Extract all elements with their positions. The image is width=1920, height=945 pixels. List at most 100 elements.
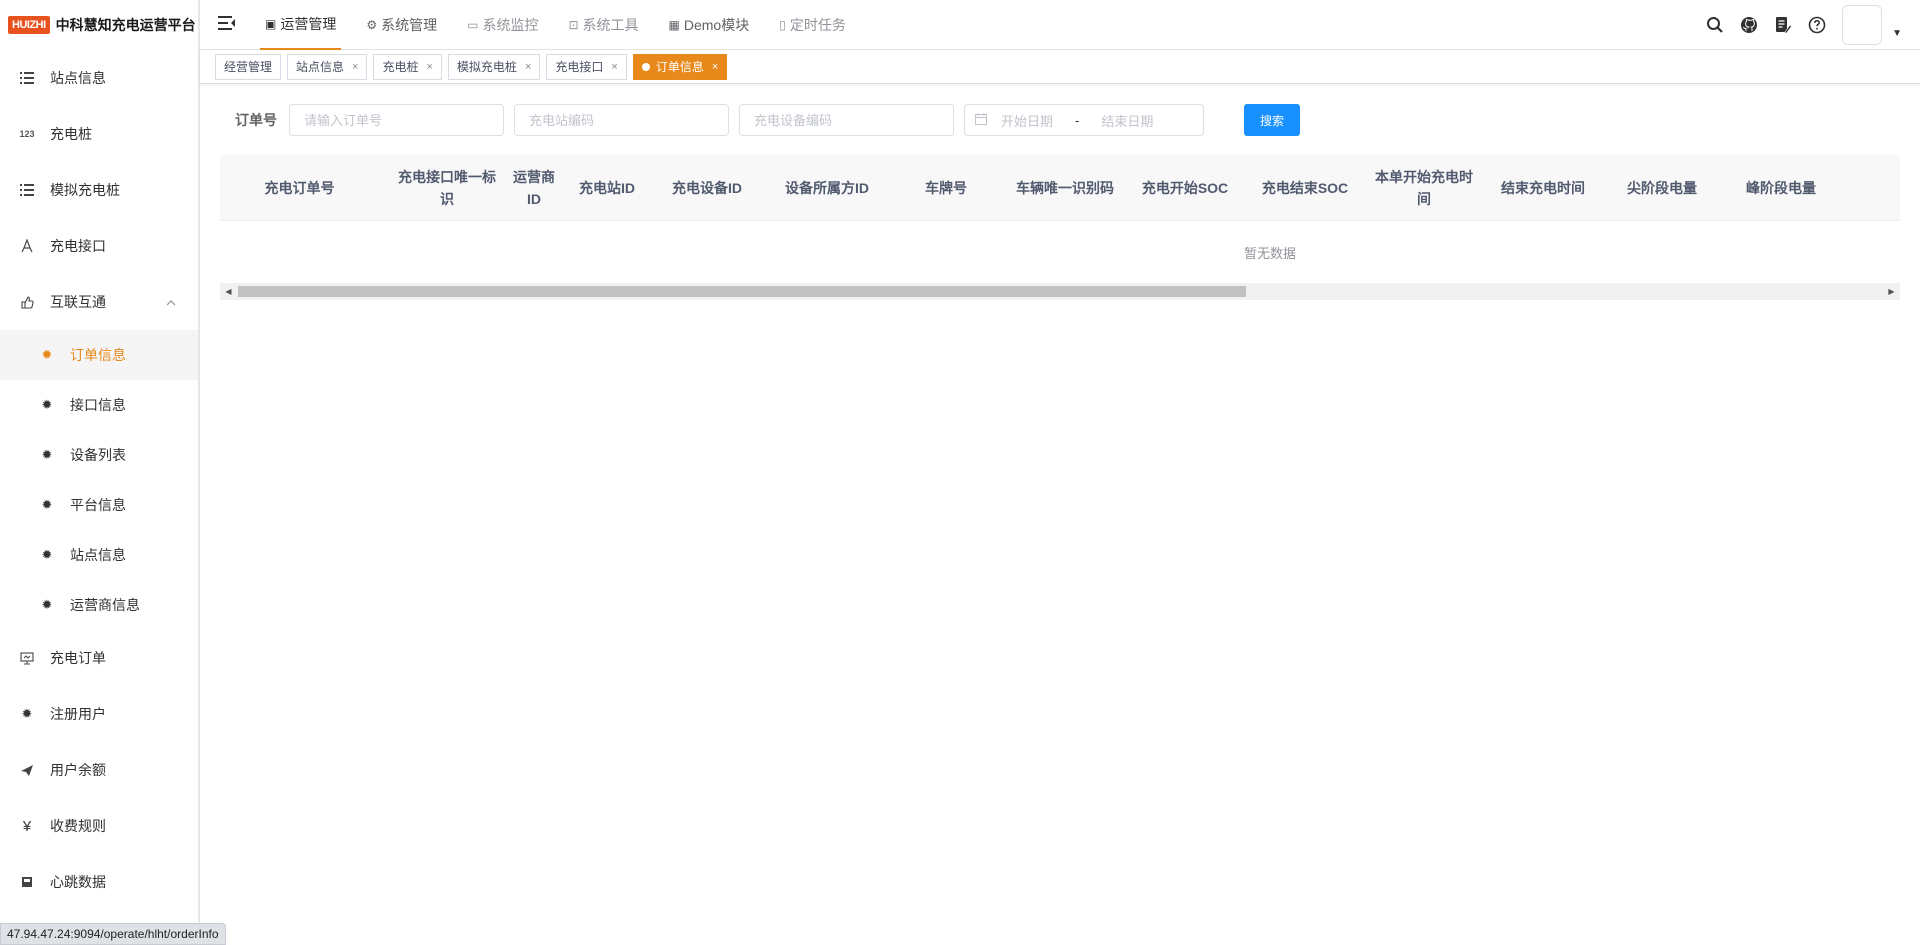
sidebar-item-label: 站点信息 [50,70,106,86]
sidebar-subitem-interface-info[interactable]: ✹ 接口信息 [0,380,198,430]
gear-icon: ⚙ [366,18,378,32]
tag-station-info[interactable]: 站点信息 × [287,53,368,80]
sidebar-item-fee-rules[interactable]: ¥ 收费规则 [0,798,198,854]
yen-icon: ¥ [22,817,32,835]
tags-view: 经营管理 站点信息 × 充电桩 × 模拟充电桩 × 充电接口 × 订单信息 × [200,50,1920,84]
top-header: ▣ 运营管理 ⚙ 系统管理 ▭ 系统监控 ⊡ 系统工具 ▦ Demo模块 ▯ 定… [200,0,1920,50]
column-header[interactable]: 充电订单号 [220,177,345,199]
order-table: 充电订单号 充电接口唯一标识 运营商ID 充电站ID 充电设备ID 设备所属方I… [220,155,1900,300]
search-icon[interactable] [1704,14,1726,36]
tag-label: 站点信息 [296,59,345,74]
column-header[interactable]: 峰阶段电量 [1717,177,1845,199]
sidebar-subitem-operator-info[interactable]: ✹ 运营商信息 [0,580,198,630]
scrollbar-thumb[interactable] [238,286,1246,297]
help-icon[interactable] [1806,14,1828,36]
topnav-tools[interactable]: ⊡ 系统工具 [563,0,643,50]
column-header[interactable]: 充电接口唯一标识 [345,166,505,210]
avatar[interactable] [1842,5,1883,45]
sidebar-item-charging-pile[interactable]: 123 充电桩 [0,106,198,162]
topnav-label: 系统管理 [381,17,438,33]
number-icon: 123 [19,129,35,139]
topnav-demo[interactable]: ▦ Demo模块 [664,0,755,50]
column-header[interactable]: 车牌号 [891,177,1001,199]
sidebar-item-label: 心跳数据 [50,874,106,890]
sidebar-subitem-device-list[interactable]: ✹ 设备列表 [0,430,198,480]
sidebar-item-heartbeat[interactable]: 心跳数据 [0,854,198,910]
caret-down-icon[interactable]: ▼ [1892,28,1902,39]
github-icon[interactable] [1738,14,1760,36]
horizontal-scrollbar[interactable]: ◀ ▶ [220,283,1900,300]
sidebar-item-label: 充电桩 [50,126,92,142]
column-header[interactable]: 本单开始充电时间 [1369,166,1479,210]
start-date-input[interactable]: 开始日期 [1001,111,1053,130]
column-header[interactable]: 尖阶段电量 [1607,177,1717,199]
tag-simulated-pile[interactable]: 模拟充电桩 × [447,53,541,80]
close-icon[interactable]: × [352,55,358,79]
sidebar-subitem-station-info[interactable]: ✹ 站点信息 [0,530,198,580]
sidebar-item-charging-order[interactable]: 充电订单 [0,630,198,686]
column-header[interactable]: 充电开始SOC [1129,177,1241,199]
tag-charging-pile[interactable]: 充电桩 × [373,53,442,80]
column-header[interactable]: 充电结束SOC [1241,177,1369,199]
date-range-picker[interactable]: 开始日期 - 结束日期 [964,104,1204,136]
order-number-label: 订单号 [235,112,277,128]
sidebar-item-charging-port[interactable]: 充电接口 [0,218,198,274]
plug-icon [20,239,34,253]
send-icon [20,763,34,777]
close-icon[interactable]: × [611,55,617,79]
scroll-left-icon[interactable]: ◀ [220,283,237,300]
sidebar-item-label: 平台信息 [70,497,126,513]
search-button[interactable]: 搜索 [1244,104,1301,136]
sidebar-item-station-info[interactable]: 站点信息 [0,50,198,106]
sidebar: HUIZHI 中科慧知充电运营平台 站点信息 123 充电桩 模拟充电桩 充电接… [0,0,200,945]
bug-icon: ✹ [41,447,53,462]
sidebar-item-label: 设备列表 [70,447,126,463]
document-edit-icon[interactable] [1772,14,1794,36]
table-header: 充电订单号 充电接口唯一标识 运营商ID 充电站ID 充电设备ID 设备所属方I… [220,155,1900,221]
menu-toggle-icon[interactable] [218,15,236,33]
sidebar-subitem-order-info[interactable]: ✹ 订单信息 [0,330,198,380]
topnav-system[interactable]: ⚙ 系统管理 [361,0,442,50]
topnav-operations[interactable]: ▣ 运营管理 [260,0,342,50]
close-icon[interactable]: × [525,55,531,79]
scroll-right-icon[interactable]: ▶ [1883,283,1900,300]
hand-icon [20,295,34,309]
end-date-input[interactable]: 结束日期 [1101,111,1153,130]
topnav-label: 运营管理 [280,16,337,32]
close-icon[interactable]: × [426,55,432,79]
bug-icon: ✹ [21,706,33,721]
date-separator: - [1075,112,1080,128]
logo[interactable]: HUIZHI 中科慧知充电运营平台 [0,0,198,50]
tag-charging-port[interactable]: 充电接口 × [546,53,627,80]
search-form: 订单号 开始日期 - 结束日期 搜索 [235,104,1301,136]
topnav-label: 系统工具 [582,17,639,33]
sidebar-item-interconnect[interactable]: 互联互通 [0,274,198,330]
topnav-monitor[interactable]: ▭ 系统监控 [462,0,543,50]
toolbox-icon: ⊡ [568,18,579,32]
logo-badge: HUIZHI [8,16,50,34]
sidebar-item-label: 注册用户 [50,706,106,722]
url-status-bar: 47.94.47.24:9094/operate/hlht/orderInfo [0,923,226,945]
column-header[interactable]: 运营商ID [505,166,563,210]
sidebar-item-label: 接口信息 [70,397,126,413]
column-header[interactable]: 充电站ID [563,177,651,199]
tag-label: 充电桩 [382,59,419,74]
device-code-input[interactable] [739,104,954,136]
app-root: HUIZHI 中科慧知充电运营平台 站点信息 123 充电桩 模拟充电桩 充电接… [0,0,1920,945]
station-code-input[interactable] [514,104,729,136]
column-header[interactable]: 车辆唯一识别码 [1001,177,1129,199]
sidebar-subitem-platform-info[interactable]: ✹ 平台信息 [0,480,198,530]
column-header[interactable]: 设备所属方ID [763,177,891,199]
sidebar-item-simulated-pile[interactable]: 模拟充电桩 [0,162,198,218]
sidebar-item-registered-users[interactable]: ✹ 注册用户 [0,686,198,742]
column-header[interactable]: 充电设备ID [651,177,763,199]
sidebar-item-label: 运营商信息 [70,597,140,613]
tag-business-management[interactable]: 经营管理 [215,53,282,80]
topnav-scheduled[interactable]: ▯ 定时任务 [774,0,851,50]
calendar-icon [975,112,987,128]
tag-order-info[interactable]: 订单信息 × [632,53,728,80]
column-header[interactable]: 结束充电时间 [1479,177,1607,199]
sidebar-item-user-balance[interactable]: 用户余额 [0,742,198,798]
order-number-input[interactable] [289,104,504,136]
close-icon[interactable]: × [712,55,718,79]
